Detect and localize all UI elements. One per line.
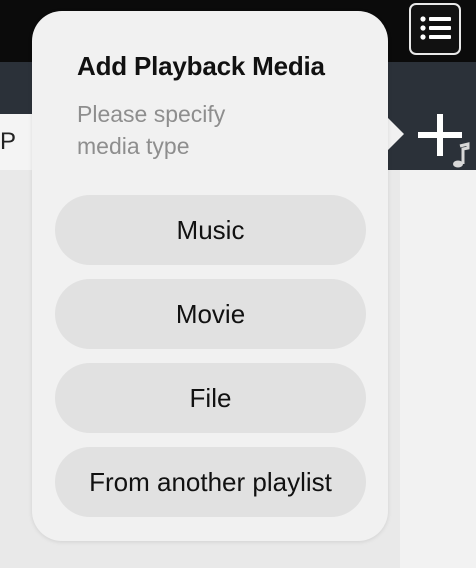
- add-media-popover: Add Playback Media Please specify media …: [32, 11, 388, 541]
- add-music-icon: [418, 114, 470, 168]
- popover-subtitle-line-1: Please specify: [77, 101, 226, 127]
- another-playlist-option-button[interactable]: From another playlist: [55, 447, 366, 517]
- add-media-button[interactable]: [412, 114, 472, 170]
- content-side-panel: [400, 170, 476, 568]
- file-option-button[interactable]: File: [55, 363, 366, 433]
- movie-option-button[interactable]: Movie: [55, 279, 366, 349]
- popover-subtitle: Please specify media type: [77, 98, 277, 162]
- music-option-button[interactable]: Music: [55, 195, 366, 265]
- popover-title: Add Playback Media: [77, 51, 325, 81]
- popover-subtitle-line-2: media type: [77, 133, 190, 159]
- list-menu-icon: [420, 16, 451, 40]
- menu-button[interactable]: [409, 3, 461, 55]
- tab-row-label: P: [0, 128, 17, 155]
